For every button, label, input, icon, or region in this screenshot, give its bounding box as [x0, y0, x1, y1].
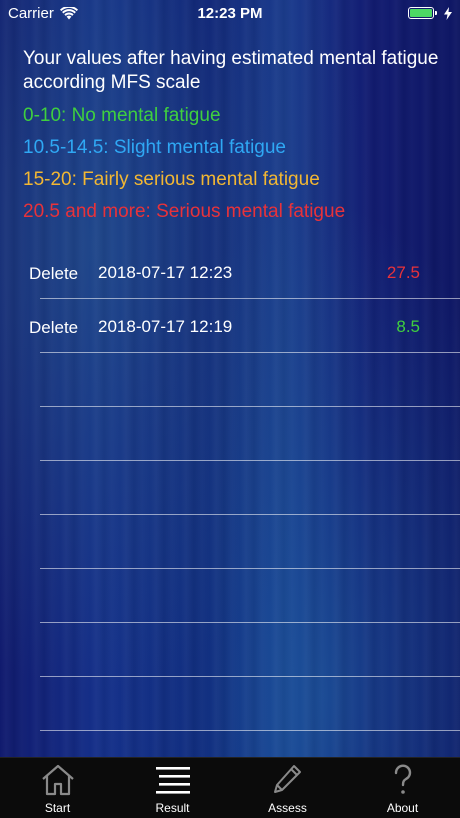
entry-score: 27.5	[386, 263, 420, 282]
tab-result[interactable]: Result	[115, 758, 230, 818]
delete-button[interactable]: Delete	[29, 318, 78, 338]
table-row: Delete 2018-07-17 12:23 27.5	[29, 245, 460, 299]
results-list: Delete 2018-07-17 12:23 27.5 Delete 2018…	[0, 245, 460, 731]
empty-row	[40, 677, 460, 731]
list-icon	[155, 767, 190, 794]
empty-row	[40, 569, 460, 623]
empty-row	[40, 515, 460, 569]
tab-bar: Start Result Assess About	[0, 757, 460, 818]
empty-row	[40, 623, 460, 677]
battery-level	[410, 9, 432, 17]
entry-score: 8.5	[396, 317, 420, 336]
status-bar: Carrier 12:23 PM	[0, 0, 460, 26]
intro-text: Your values after having estimated menta…	[23, 48, 439, 93]
empty-row	[40, 461, 460, 515]
home-icon	[41, 764, 74, 796]
tab-label: Assess	[268, 801, 307, 815]
table-row: Delete 2018-07-17 12:19 8.5	[29, 299, 460, 353]
empty-row	[40, 353, 460, 407]
tab-label: Result	[155, 801, 190, 815]
tab-assess[interactable]: Assess	[230, 758, 345, 818]
entry-date: 2018-07-17 12:23	[98, 263, 233, 282]
tab-about[interactable]: About	[345, 758, 460, 818]
pencil-icon	[273, 765, 301, 793]
tab-label: About	[386, 801, 419, 815]
legend-serious-fatigue: 20.5 and more: Serious mental fatigue	[23, 201, 346, 222]
tab-label: Start	[44, 801, 71, 815]
legend-slight-fatigue: 10.5-14.5: Slight mental fatigue	[23, 137, 287, 158]
entry-date: 2018-07-17 12:19	[98, 317, 233, 336]
legend-no-fatigue: 0-10: No mental fatigue	[23, 105, 221, 126]
status-time: 12:23 PM	[197, 4, 263, 22]
legend-fairly-serious-fatigue: 15-20: Fairly serious mental fatigue	[23, 169, 320, 190]
battery-icon	[408, 7, 437, 19]
delete-button[interactable]: Delete	[29, 264, 78, 284]
tab-start[interactable]: Start	[0, 758, 115, 818]
empty-row	[40, 407, 460, 461]
question-icon	[394, 764, 411, 794]
